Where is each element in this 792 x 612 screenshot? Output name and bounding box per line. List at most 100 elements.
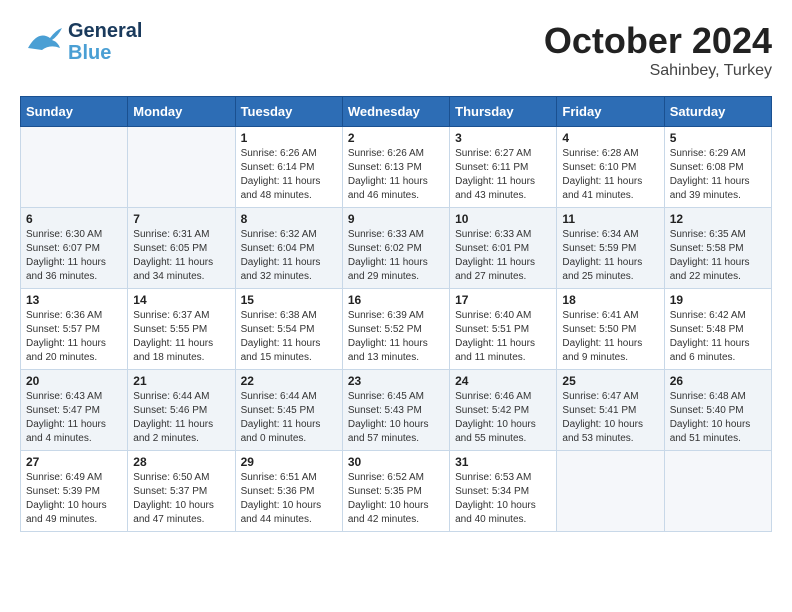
weekday-header-cell: Thursday <box>450 97 557 127</box>
day-info: Sunrise: 6:26 AM Sunset: 6:14 PM Dayligh… <box>241 147 337 203</box>
calendar-cell: 24Sunrise: 6:46 AM Sunset: 5:42 PM Dayli… <box>450 370 557 451</box>
calendar-cell <box>557 451 664 532</box>
calendar-cell: 23 Sunrise: 6:45 AM Sunset: 5:43 PM Dayli… <box>342 370 449 451</box>
day-number: 23 <box>348 374 444 388</box>
day-number: 5 <box>670 131 766 145</box>
day-info: Sunrise: 6:35 AM Sunset: 5:58 PM Dayligh… <box>670 228 766 284</box>
day-number: 30 <box>348 455 444 469</box>
day-info: Sunrise: 6:50 AM Sunset: 5:37 PM Dayligh… <box>133 471 229 527</box>
day-info: Sunrise: 6:49 AM Sunset: 5:39 PM Dayligh… <box>26 471 122 527</box>
day-number: 25 <box>562 374 658 388</box>
logo: General Blue <box>20 20 142 64</box>
day-number: 6 <box>26 212 122 226</box>
day-number: 16 <box>348 293 444 307</box>
calendar-cell: 30 Sunrise: 6:52 AM Sunset: 5:35 PM Dayli… <box>342 451 449 532</box>
day-number: 10 <box>455 212 551 226</box>
day-info: Sunrise: 6:31 AM Sunset: 6:05 PM Dayligh… <box>133 228 229 284</box>
calendar-cell: 3Sunrise: 6:27 AM Sunset: 6:11 PM Daylig… <box>450 127 557 208</box>
day-number: 4 <box>562 131 658 145</box>
weekday-header-cell: Saturday <box>664 97 771 127</box>
calendar-cell: 15Sunrise: 6:38 AM Sunset: 5:54 PM Dayli… <box>235 289 342 370</box>
weekday-header-cell: Monday <box>128 97 235 127</box>
day-number: 13 <box>26 293 122 307</box>
day-number: 27 <box>26 455 122 469</box>
day-info: Sunrise: 6:36 AM Sunset: 5:57 PM Dayligh… <box>26 309 122 365</box>
day-number: 26 <box>670 374 766 388</box>
calendar-body: 1Sunrise: 6:26 AM Sunset: 6:14 PM Daylig… <box>21 127 772 532</box>
day-number: 14 <box>133 293 229 307</box>
calendar-cell: 17Sunrise: 6:40 AM Sunset: 5:51 PM Dayli… <box>450 289 557 370</box>
calendar-week-row: 6 Sunrise: 6:30 AM Sunset: 6:07 PM Daylig… <box>21 208 772 289</box>
calendar-cell: 29Sunrise: 6:51 AM Sunset: 5:36 PM Dayli… <box>235 451 342 532</box>
page-header: General Blue October 2024 Sahinbey, Turk… <box>20 20 772 80</box>
calendar-cell: 27 Sunrise: 6:49 AM Sunset: 5:39 PM Dayli… <box>21 451 128 532</box>
weekday-header-row: SundayMondayTuesdayWednesdayThursdayFrid… <box>21 97 772 127</box>
calendar-cell: 14 Sunrise: 6:37 AM Sunset: 5:55 PM Dayli… <box>128 289 235 370</box>
weekday-header-cell: Friday <box>557 97 664 127</box>
day-info: Sunrise: 6:44 AM Sunset: 5:46 PM Dayligh… <box>133 390 229 446</box>
day-number: 22 <box>241 374 337 388</box>
day-info: Sunrise: 6:45 AM Sunset: 5:43 PM Dayligh… <box>348 390 444 446</box>
calendar-table: SundayMondayTuesdayWednesdayThursdayFrid… <box>20 96 772 532</box>
calendar-cell: 19 Sunrise: 6:42 AM Sunset: 5:48 PM Dayli… <box>664 289 771 370</box>
day-info: Sunrise: 6:41 AM Sunset: 5:50 PM Dayligh… <box>562 309 658 365</box>
calendar-cell: 28Sunrise: 6:50 AM Sunset: 5:37 PM Dayli… <box>128 451 235 532</box>
day-info: Sunrise: 6:47 AM Sunset: 5:41 PM Dayligh… <box>562 390 658 446</box>
weekday-header-cell: Tuesday <box>235 97 342 127</box>
day-info: Sunrise: 6:33 AM Sunset: 6:02 PM Dayligh… <box>348 228 444 284</box>
calendar-cell <box>664 451 771 532</box>
day-number: 17 <box>455 293 551 307</box>
day-info: Sunrise: 6:38 AM Sunset: 5:54 PM Dayligh… <box>241 309 337 365</box>
calendar-cell: 6 Sunrise: 6:30 AM Sunset: 6:07 PM Daylig… <box>21 208 128 289</box>
day-number: 3 <box>455 131 551 145</box>
calendar-cell: 31Sunrise: 6:53 AM Sunset: 5:34 PM Dayli… <box>450 451 557 532</box>
day-info: Sunrise: 6:53 AM Sunset: 5:34 PM Dayligh… <box>455 471 551 527</box>
calendar-cell: 16 Sunrise: 6:39 AM Sunset: 5:52 PM Dayli… <box>342 289 449 370</box>
day-info: Sunrise: 6:28 AM Sunset: 6:10 PM Dayligh… <box>562 147 658 203</box>
day-info: Sunrise: 6:32 AM Sunset: 6:04 PM Dayligh… <box>241 228 337 284</box>
calendar-cell: 9Sunrise: 6:33 AM Sunset: 6:02 PM Daylig… <box>342 208 449 289</box>
weekday-header-cell: Sunday <box>21 97 128 127</box>
month-title: October 2024 <box>544 20 772 62</box>
calendar-cell: 22 Sunrise: 6:44 AM Sunset: 5:45 PM Dayli… <box>235 370 342 451</box>
calendar-cell: 21 Sunrise: 6:44 AM Sunset: 5:46 PM Dayli… <box>128 370 235 451</box>
calendar-cell: 7 Sunrise: 6:31 AM Sunset: 6:05 PM Daylig… <box>128 208 235 289</box>
calendar-week-row: 20Sunrise: 6:43 AM Sunset: 5:47 PM Dayli… <box>21 370 772 451</box>
calendar-cell <box>21 127 128 208</box>
day-info: Sunrise: 6:43 AM Sunset: 5:47 PM Dayligh… <box>26 390 122 446</box>
day-info: Sunrise: 6:37 AM Sunset: 5:55 PM Dayligh… <box>133 309 229 365</box>
day-info: Sunrise: 6:51 AM Sunset: 5:36 PM Dayligh… <box>241 471 337 527</box>
calendar-cell: 5 Sunrise: 6:29 AM Sunset: 6:08 PM Daylig… <box>664 127 771 208</box>
logo-text-blue: Blue <box>68 42 142 64</box>
day-info: Sunrise: 6:39 AM Sunset: 5:52 PM Dayligh… <box>348 309 444 365</box>
day-info: Sunrise: 6:30 AM Sunset: 6:07 PM Dayligh… <box>26 228 122 284</box>
title-block: October 2024 Sahinbey, Turkey <box>544 20 772 80</box>
day-info: Sunrise: 6:26 AM Sunset: 6:13 PM Dayligh… <box>348 147 444 203</box>
calendar-week-row: 27 Sunrise: 6:49 AM Sunset: 5:39 PM Dayli… <box>21 451 772 532</box>
day-number: 7 <box>133 212 229 226</box>
calendar-cell: 8Sunrise: 6:32 AM Sunset: 6:04 PM Daylig… <box>235 208 342 289</box>
calendar-cell: 11 Sunrise: 6:34 AM Sunset: 5:59 PM Dayli… <box>557 208 664 289</box>
calendar-cell: 25 Sunrise: 6:47 AM Sunset: 5:41 PM Dayli… <box>557 370 664 451</box>
day-number: 11 <box>562 212 658 226</box>
calendar-cell: 12 Sunrise: 6:35 AM Sunset: 5:58 PM Dayli… <box>664 208 771 289</box>
day-number: 21 <box>133 374 229 388</box>
day-number: 19 <box>670 293 766 307</box>
day-info: Sunrise: 6:44 AM Sunset: 5:45 PM Dayligh… <box>241 390 337 446</box>
day-info: Sunrise: 6:52 AM Sunset: 5:35 PM Dayligh… <box>348 471 444 527</box>
day-info: Sunrise: 6:48 AM Sunset: 5:40 PM Dayligh… <box>670 390 766 446</box>
day-info: Sunrise: 6:34 AM Sunset: 5:59 PM Dayligh… <box>562 228 658 284</box>
day-info: Sunrise: 6:33 AM Sunset: 6:01 PM Dayligh… <box>455 228 551 284</box>
logo-text-general: General <box>68 20 142 42</box>
day-info: Sunrise: 6:46 AM Sunset: 5:42 PM Dayligh… <box>455 390 551 446</box>
calendar-cell: 13 Sunrise: 6:36 AM Sunset: 5:57 PM Dayli… <box>21 289 128 370</box>
day-info: Sunrise: 6:29 AM Sunset: 6:08 PM Dayligh… <box>670 147 766 203</box>
location-subtitle: Sahinbey, Turkey <box>544 62 772 80</box>
calendar-cell: 2Sunrise: 6:26 AM Sunset: 6:13 PM Daylig… <box>342 127 449 208</box>
day-info: Sunrise: 6:42 AM Sunset: 5:48 PM Dayligh… <box>670 309 766 365</box>
calendar-cell: 4 Sunrise: 6:28 AM Sunset: 6:10 PM Daylig… <box>557 127 664 208</box>
calendar-cell <box>128 127 235 208</box>
calendar-cell: 20Sunrise: 6:43 AM Sunset: 5:47 PM Dayli… <box>21 370 128 451</box>
day-number: 12 <box>670 212 766 226</box>
weekday-header-cell: Wednesday <box>342 97 449 127</box>
